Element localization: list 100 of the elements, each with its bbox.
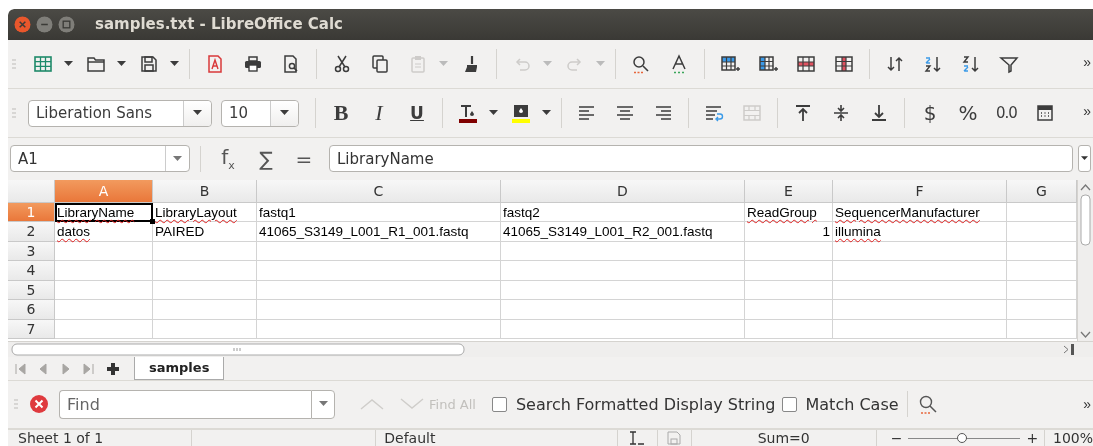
cut-icon[interactable] xyxy=(332,53,352,74)
search-icon[interactable] xyxy=(917,394,938,415)
caret-icon[interactable] xyxy=(1081,156,1088,162)
empty-cell[interactable] xyxy=(745,319,833,340)
delete-columns-icon[interactable] xyxy=(834,53,854,74)
font-name-field[interactable]: Liberation Sans xyxy=(28,99,212,127)
checkbox[interactable] xyxy=(781,396,797,412)
zoom-percent[interactable]: 100% xyxy=(1052,430,1093,446)
empty-cell[interactable] xyxy=(501,319,745,340)
row-header[interactable]: 5 xyxy=(8,280,55,301)
caret-icon[interactable] xyxy=(280,110,289,117)
column-header[interactable]: C xyxy=(257,179,501,203)
formula-button[interactable]: = xyxy=(285,146,323,171)
sheet-tab[interactable]: samples xyxy=(134,356,225,380)
row-header[interactable]: 4 xyxy=(8,261,55,281)
format-button[interactable]: B xyxy=(326,100,356,127)
format-button[interactable]: U xyxy=(402,100,432,127)
empty-cell[interactable] xyxy=(153,300,257,320)
find-history-dropdown[interactable] xyxy=(311,389,335,419)
empty-cell[interactable] xyxy=(501,280,745,301)
close-icon[interactable] xyxy=(30,395,48,414)
empty-cell[interactable] xyxy=(153,319,257,340)
empty-cell[interactable] xyxy=(257,300,501,320)
font-color-icon[interactable] xyxy=(458,103,478,124)
previous-sheet-icon[interactable] xyxy=(37,361,49,376)
pdf-icon[interactable] xyxy=(205,53,225,74)
overflow-button[interactable]: » xyxy=(1083,102,1091,119)
empty-cell[interactable] xyxy=(153,261,257,281)
caret-icon[interactable] xyxy=(64,60,73,67)
empty-cell[interactable] xyxy=(153,280,257,301)
empty-cell[interactable] xyxy=(153,241,257,262)
row-header[interactable]: 2 xyxy=(8,222,55,242)
column-header[interactable]: G xyxy=(1007,179,1077,203)
zoom-in-button[interactable]: + xyxy=(1026,430,1039,446)
column-header[interactable]: F xyxy=(833,179,1007,203)
format-button[interactable]: $ xyxy=(915,100,945,127)
overflow-button[interactable]: » xyxy=(1083,53,1091,70)
empty-cell[interactable] xyxy=(257,241,501,262)
format-button[interactable]: 0.0 xyxy=(991,100,1022,127)
last-sheet-icon[interactable] xyxy=(83,361,95,376)
format-button[interactable]: % xyxy=(953,100,983,127)
align-middle-icon[interactable] xyxy=(831,103,851,124)
column-header[interactable]: E xyxy=(745,179,833,203)
format-button[interactable]: I xyxy=(364,100,394,127)
first-sheet-icon[interactable] xyxy=(14,361,26,376)
caret-icon[interactable] xyxy=(170,60,179,67)
add-sheet-icon[interactable] xyxy=(106,361,120,376)
empty-cell[interactable] xyxy=(745,280,833,301)
slider-thumb[interactable] xyxy=(957,433,968,443)
empty-cell[interactable] xyxy=(745,300,833,320)
insert-columns-icon[interactable] xyxy=(758,53,778,74)
caret-icon[interactable] xyxy=(489,110,498,117)
zoom-out-button[interactable]: − xyxy=(890,430,903,446)
empty-cell[interactable] xyxy=(501,261,745,281)
overflow-button[interactable]: » xyxy=(1083,395,1091,412)
sort-descending-icon[interactable] xyxy=(961,53,981,74)
highlighting-icon[interactable] xyxy=(511,103,531,124)
spreadsheet-icon[interactable] xyxy=(33,53,53,74)
caret-icon[interactable] xyxy=(117,60,126,67)
checkbox[interactable] xyxy=(491,396,507,412)
empty-cell[interactable] xyxy=(501,241,745,262)
formula-input[interactable]: LibraryName xyxy=(329,145,1073,173)
empty-cell[interactable] xyxy=(833,261,1007,281)
copy-icon[interactable] xyxy=(370,53,390,74)
column-header[interactable]: B xyxy=(153,179,257,203)
font-size-field[interactable]: 10 xyxy=(221,99,299,127)
empty-cell[interactable] xyxy=(257,319,501,340)
minimize-icon[interactable] xyxy=(36,15,53,33)
empty-cell[interactable] xyxy=(833,241,1007,262)
insert-rows-icon[interactable] xyxy=(720,53,740,74)
select-all-corner[interactable] xyxy=(8,179,55,203)
formula-button[interactable]: ∑ xyxy=(247,146,285,171)
row-header[interactable]: 3 xyxy=(8,241,55,262)
calendar-icon[interactable] xyxy=(1034,103,1055,124)
selection-mode-icon[interactable] xyxy=(628,430,647,446)
empty-cell[interactable] xyxy=(257,261,501,281)
align-bottom-icon[interactable] xyxy=(869,103,889,124)
formula-button[interactable]: f$_{x}$ xyxy=(209,145,247,173)
align-top-icon[interactable] xyxy=(793,103,813,124)
column-header[interactable]: D xyxy=(501,179,745,203)
name-box[interactable]: A1 xyxy=(10,145,190,173)
row-header[interactable]: 6 xyxy=(8,300,55,320)
find-field[interactable]: Find xyxy=(59,389,311,419)
close-icon[interactable] xyxy=(14,15,31,33)
row-header[interactable]: 7 xyxy=(8,319,55,340)
expand-formula-button[interactable] xyxy=(1078,145,1091,173)
wrap-text-icon[interactable] xyxy=(704,103,724,124)
delete-rows-icon[interactable] xyxy=(796,53,816,74)
zoom-slider[interactable] xyxy=(908,432,1021,444)
caret-icon[interactable] xyxy=(193,110,202,117)
empty-cell[interactable] xyxy=(833,300,1007,320)
empty-cell[interactable] xyxy=(257,280,501,301)
empty-cell[interactable] xyxy=(745,261,833,281)
search-icon[interactable] xyxy=(631,53,651,74)
find-previous-icon[interactable] xyxy=(359,397,385,412)
empty-cell[interactable] xyxy=(501,300,745,320)
next-sheet-icon[interactable] xyxy=(60,361,72,376)
maximize-icon[interactable] xyxy=(58,15,75,33)
empty-cell[interactable] xyxy=(745,241,833,262)
spelling-icon[interactable] xyxy=(669,53,689,74)
